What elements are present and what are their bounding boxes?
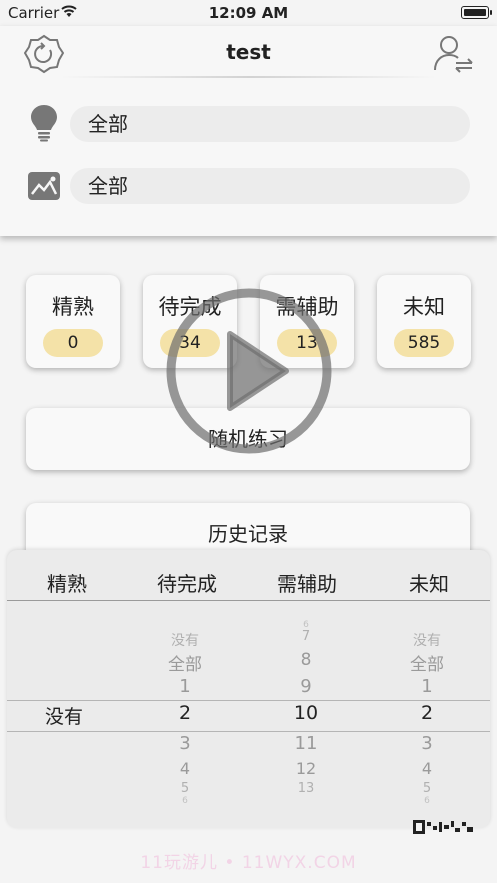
qr-code-icon [413,820,473,834]
picker-header-mastered: 精熟 [47,572,87,596]
switch-user-icon[interactable] [432,32,474,74]
header-divider [60,76,437,78]
picker-option[interactable]: 5 [130,781,240,796]
picker-selected-option[interactable]: 2 [372,702,482,724]
watermark: 11玩游儿 • 11WYX.COM [140,853,357,873]
stat-card-mastered[interactable]: 精熟 0 [26,275,120,368]
picker-selected-option[interactable]: 10 [251,702,361,724]
picker-selected-option[interactable]: 2 [130,702,240,724]
image-filter[interactable]: 全部 [70,168,470,204]
picker-option[interactable]: 全部 [130,650,240,675]
stat-count-badge: 0 [43,329,103,357]
picker-header-unknown: 未知 [409,572,449,596]
picker-header-needs-help: 需辅助 [277,572,337,596]
picker-option[interactable]: 7 [251,629,361,644]
picker-option[interactable]: 9 [251,676,361,697]
picker-option[interactable]: 6 [130,796,240,806]
picker-option[interactable]: 6 [372,796,482,806]
picker-col1-selected[interactable]: 没有 [9,702,119,729]
picker-option[interactable]: 8 [251,650,361,670]
picker-option[interactable]: 11 [251,733,361,754]
picker-option[interactable]: 3 [130,733,240,754]
play-video-icon[interactable] [164,286,334,456]
stat-label: 未知 [403,295,445,319]
page-title: test [226,40,271,64]
picker-option[interactable]: 没有 [130,630,240,650]
picker-option[interactable]: 全部 [372,650,482,675]
image-icon [28,172,60,200]
picker-divider [7,600,490,601]
picker-option[interactable]: 没有 [372,630,482,650]
lightbulb-icon [31,105,57,142]
picker-option[interactable]: 5 [372,781,482,796]
status-time: 12:09 AM [208,4,289,22]
battery-icon [461,6,492,19]
stat-count-badge: 585 [394,329,454,357]
picker-option[interactable]: 1 [372,676,482,697]
picker-option[interactable]: 4 [372,759,482,778]
picker-option[interactable]: 3 [372,733,482,754]
header-panel: test 全部 全部 [0,26,497,236]
stat-label: 精熟 [52,295,94,319]
category-filter[interactable]: 全部 [70,106,470,142]
picker-option[interactable]: 13 [251,781,361,796]
picker-option[interactable]: 4 [130,759,240,778]
picker-option[interactable]: 12 [251,759,361,778]
picker-option[interactable]: 1 [130,676,240,697]
count-picker[interactable]: 精熟 待完成 需辅助 未知 没有 没有 全部 1 2 3 4 5 6 6 7 8… [7,550,490,828]
picker-header-pending: 待完成 [157,572,217,596]
status-bar: Carrier 12:09 AM [0,0,497,26]
stat-card-unknown[interactable]: 未知 585 [377,275,471,368]
